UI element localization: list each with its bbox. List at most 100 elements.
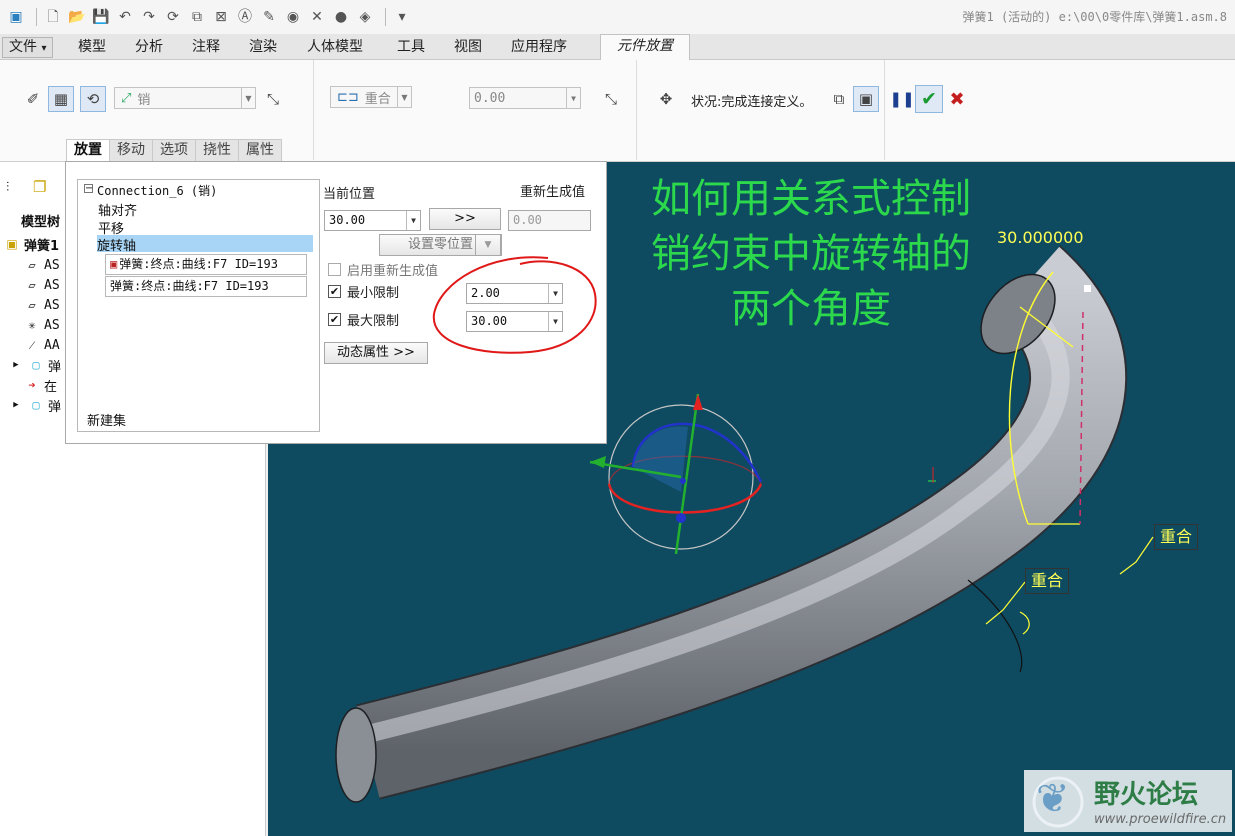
tree-root[interactable]: ▣ 弹簧1 — [4, 234, 59, 254]
tree-item[interactable]: ✳ AS — [24, 315, 59, 335]
connection-name[interactable]: Connection_6 (销) — [97, 182, 217, 199]
enable-regen-label: 启用重新生成值 — [347, 264, 439, 279]
new-set-link[interactable]: 新建集 — [87, 410, 126, 429]
assembly-icon[interactable]: ▦ — [48, 86, 74, 112]
sphere-icon[interactable]: ● — [331, 7, 351, 27]
assembly-icon: ▣ — [6, 237, 18, 251]
enable-regen-checkbox[interactable] — [328, 263, 341, 276]
save-icon[interactable]: 💾 — [91, 7, 111, 27]
coincident-icon: ⊏⊐ — [337, 89, 359, 105]
go-to-position-button[interactable]: >> — [429, 208, 501, 230]
subtab-properties[interactable]: 属性 — [239, 139, 282, 162]
window-title: 弹簧1 (活动的) e:\00\0零件库\弹簧1.asm.8 — [962, 10, 1228, 24]
regen-value-field[interactable]: 0.00 — [508, 210, 591, 231]
tab-annotate[interactable]: 注释 — [186, 36, 226, 58]
collapse-icon[interactable]: − — [84, 184, 93, 194]
datum-plane-icon: ▱ — [28, 258, 36, 272]
undo-icon[interactable]: ↶ — [115, 7, 135, 27]
ribbon-tab-bar: 文件 ▾ 模型 分析 注释 渲染 人体模型 工具 视图 应用程序 元件放置 — [0, 34, 1235, 61]
new-file-icon[interactable]: 🗋 — [43, 7, 63, 27]
min-limit-label: 最小限制 — [347, 286, 400, 301]
user-defined-icon[interactable]: ✐ — [20, 86, 46, 112]
layers-icon[interactable]: ❐ — [33, 178, 46, 196]
camera-icon[interactable]: ◉ — [283, 7, 303, 27]
measure-icon[interactable]: ✎ — [259, 7, 279, 27]
assembly-window-icon[interactable]: ▣ — [853, 86, 879, 112]
tab-applications[interactable]: 应用程序 — [505, 36, 573, 58]
connection-list: − Connection_6 (销) 轴对齐 平移 旋转轴 ▣ 弹簧:终点:曲线:… — [77, 179, 320, 432]
tab-manikin[interactable]: 人体模型 — [301, 36, 369, 58]
part-icon: ▢ — [32, 358, 40, 372]
tree-view-icon[interactable]: ⫶ — [6, 180, 9, 195]
app-logo-icon: ▣ — [9, 9, 23, 25]
customize-dropdown-icon[interactable]: ▾ — [392, 7, 412, 27]
min-limit-checkbox[interactable]: ✔ — [328, 285, 341, 298]
tree-item[interactable]: ▱ AS — [24, 255, 59, 275]
tab-render[interactable]: 渲染 — [243, 36, 283, 58]
current-position-field[interactable]: 30.00 ▼ — [324, 210, 421, 231]
dynamic-properties-button[interactable]: 动态属性 >> — [324, 342, 428, 364]
tab-view[interactable]: 视图 — [448, 36, 488, 58]
regenerate-icon[interactable]: ⟳ — [163, 7, 183, 27]
pause-icon[interactable]: ❚❚ — [889, 86, 915, 112]
current-position-label: 当前位置 — [323, 187, 376, 202]
move-handle-icon[interactable]: ✥ — [653, 86, 679, 112]
datum-plane-icon: ▱ — [28, 298, 36, 312]
reference-part-icon: ▣ — [110, 257, 118, 271]
tree-item[interactable]: ▱ AS — [24, 295, 59, 315]
tab-component-placement[interactable]: 元件放置 — [600, 34, 690, 61]
constraint-axis-align[interactable]: 轴对齐 — [98, 200, 137, 219]
part-icon: ▢ — [32, 398, 40, 412]
flip-icon[interactable]: ⤡ — [260, 86, 286, 112]
tree-item[interactable]: ⁄ AA — [24, 335, 60, 355]
watermark-title: 野火论坛 — [1094, 780, 1199, 810]
mapkey-icon[interactable]: ✕ — [307, 7, 327, 27]
insert-here-arrow-icon: ➔ — [28, 378, 36, 392]
watermark-url: www.proewildfire.cn — [1094, 812, 1227, 827]
text-icon[interactable]: Ⓐ — [235, 7, 255, 27]
offset-value-field[interactable]: 0.00 ▼ — [469, 87, 581, 109]
close-window-icon[interactable]: ⊠ — [211, 7, 231, 27]
confirm-check-icon[interactable]: ✔ — [915, 85, 943, 113]
tab-file[interactable]: 文件 ▾ — [2, 37, 54, 58]
redo-icon[interactable]: ↷ — [139, 7, 159, 27]
window-icon[interactable]: ⧉ — [187, 7, 207, 27]
tree-item[interactable]: ▶ ▢ 弹 — [8, 395, 61, 415]
tree-item[interactable]: ➔ 在 — [24, 375, 57, 395]
predefined-icon[interactable]: ⟲ — [80, 86, 106, 112]
coincident-tag[interactable]: 重合 — [1154, 524, 1199, 550]
tab-model[interactable]: 模型 — [72, 36, 112, 58]
separate-window-icon[interactable]: ⧉ — [826, 86, 852, 112]
subtab-move[interactable]: 移动 — [110, 139, 153, 162]
constraint-rotation-axis[interactable]: 旋转轴 — [97, 235, 313, 254]
flip-offset-icon[interactable]: ⤡ — [598, 86, 624, 112]
datum-plane-icon: ▱ — [28, 278, 36, 292]
datum-axis-icon: ⁄ — [30, 337, 33, 352]
max-limit-label: 最大限制 — [347, 314, 400, 329]
appearance-icon[interactable]: ◈ — [355, 7, 375, 27]
tab-analysis[interactable]: 分析 — [129, 36, 169, 58]
tab-tools[interactable]: 工具 — [391, 36, 431, 58]
connection-type-value: 销 — [137, 92, 151, 108]
coincident-tag[interactable]: 重合 — [1025, 568, 1070, 594]
offset-value: 0.00 — [474, 90, 506, 106]
open-folder-icon[interactable]: 📂 — [67, 7, 87, 27]
model-tree-header: 模型树 — [21, 215, 61, 230]
coordinate-system-icon: ✳ — [28, 318, 36, 332]
chevron-down-icon: ▼ — [406, 211, 420, 230]
angle-dimension-label[interactable]: 30.000000 — [997, 228, 1084, 247]
tube-end-face — [335, 707, 377, 803]
reference-field-2[interactable]: 弹簧:终点:曲线:F7 ID=193 — [105, 276, 307, 297]
connection-type-select[interactable]: ⤢ 销 ▼ — [114, 87, 256, 109]
reference-field-1[interactable]: ▣ 弹簧:终点:曲线:F7 ID=193 — [105, 254, 307, 275]
max-limit-checkbox[interactable]: ✔ — [328, 313, 341, 326]
subtab-flexibility[interactable]: 挠性 — [196, 139, 239, 162]
subtab-placement[interactable]: 放置 — [66, 139, 110, 162]
constraint-type-select[interactable]: ⊏⊐ 重合 ▼ — [330, 86, 412, 108]
chevron-down-icon: ▼ — [241, 88, 255, 108]
cancel-x-icon[interactable]: ✖ — [944, 86, 970, 112]
tree-item[interactable]: ▶ ▢ 弹 — [8, 355, 61, 375]
tree-item[interactable]: ▱ AS — [24, 275, 59, 295]
subtab-options[interactable]: 选项 — [153, 139, 196, 162]
pin-icon: ⤢ — [121, 90, 132, 106]
